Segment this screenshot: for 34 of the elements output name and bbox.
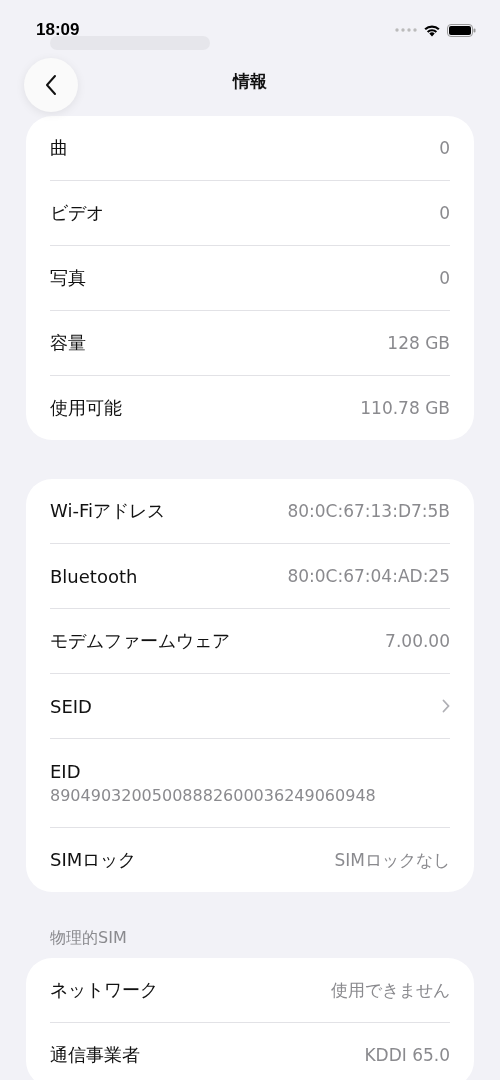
- settings-row[interactable]: SEID: [50, 674, 450, 739]
- row-value: 110.78 GB: [360, 398, 450, 418]
- row-label: EID: [50, 761, 82, 782]
- row-label: 容量: [50, 331, 86, 355]
- row-value: 0: [439, 268, 450, 288]
- row-label: ネットワーク: [50, 978, 158, 1002]
- row-value: 使用できません: [331, 978, 450, 1002]
- row-label: 曲: [50, 136, 68, 160]
- battery-icon: [447, 23, 476, 37]
- row-value: 7.00.00: [385, 631, 450, 651]
- row-value: 0: [439, 138, 450, 158]
- wifi-icon: [423, 23, 441, 37]
- page-title: 情報: [233, 69, 267, 93]
- row-value: SIMロックなし: [334, 848, 450, 872]
- section-header: 物理的SIM: [50, 928, 128, 948]
- row-label: SEID: [50, 695, 92, 717]
- row-label: 写真: [50, 266, 86, 290]
- row-label: Bluetooth: [50, 565, 138, 587]
- row-value: 80:0C:67:04:AD:25: [287, 566, 450, 586]
- back-icon: [44, 74, 58, 96]
- row-label: SIMロック: [50, 848, 137, 872]
- row-value: 0: [439, 203, 450, 223]
- status-time: 18:09: [36, 20, 80, 40]
- row-value: 128 GB: [387, 333, 450, 353]
- row-label: ビデオ: [50, 201, 104, 225]
- row-label: Wi-Fiアドレス: [50, 499, 165, 523]
- row-label: 通信事業者: [50, 1043, 140, 1067]
- chevron-icon: [442, 699, 450, 713]
- row-label: モデムファームウェア: [50, 629, 230, 653]
- signal-dots-icon: [395, 28, 417, 32]
- row-value: 80:0C:67:13:D7:5B: [287, 501, 450, 521]
- row-value: 89049032005008882600036249060948: [50, 786, 377, 805]
- row-value: KDDI 65.0: [364, 1045, 450, 1065]
- row-label: 使用可能: [50, 396, 122, 420]
